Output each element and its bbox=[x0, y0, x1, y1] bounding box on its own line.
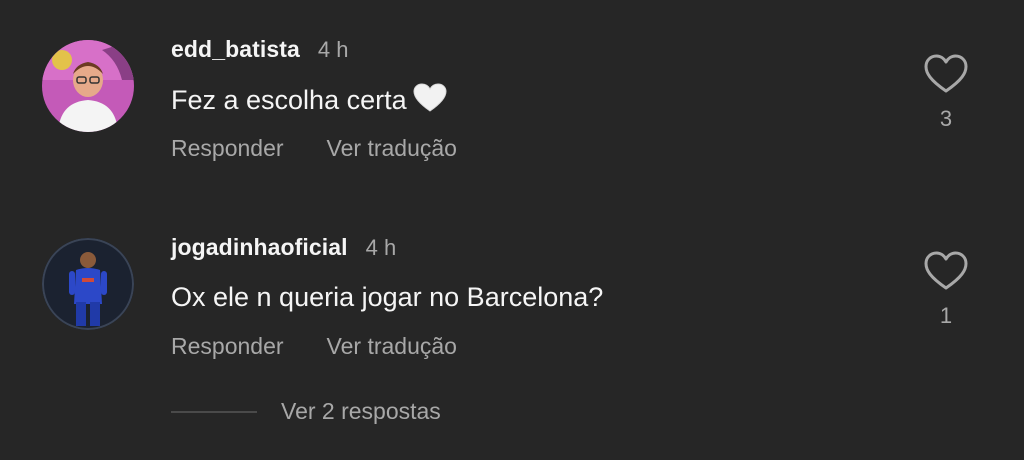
comment-item: edd_batista 4 h Fez a escolha certa Resp… bbox=[0, 0, 1024, 200]
username[interactable]: jogadinhaoficial bbox=[171, 234, 348, 261]
comment-header: jogadinhaoficial 4 h bbox=[171, 234, 396, 261]
reply-button[interactable]: Responder bbox=[171, 333, 284, 360]
comments-list: edd_batista 4 h Fez a escolha certa Resp… bbox=[0, 0, 1024, 460]
avatar[interactable] bbox=[42, 40, 134, 132]
comment-body: Fez a escolha certa bbox=[171, 85, 407, 115]
like-count: 1 bbox=[939, 303, 953, 328]
timestamp: 4 h bbox=[365, 235, 397, 260]
view-replies: Ver 2 respostas bbox=[171, 398, 441, 425]
avatar-image bbox=[42, 40, 134, 132]
comment-header: edd_batista 4 h bbox=[171, 36, 349, 63]
reply-button[interactable]: Responder bbox=[171, 135, 284, 162]
comment-text: Fez a escolha certa bbox=[171, 83, 447, 120]
like-control: 3 bbox=[920, 54, 972, 132]
timestamp: 4 h bbox=[317, 37, 349, 62]
comment-actions: Responder Ver tradução bbox=[171, 135, 457, 162]
avatar-image bbox=[42, 238, 134, 330]
like-control: 1 bbox=[920, 251, 972, 329]
comment-actions: Responder Ver tradução bbox=[171, 333, 457, 360]
translate-button[interactable]: Ver tradução bbox=[327, 135, 457, 162]
comment-item: jogadinhaoficial 4 h Ox ele n queria jog… bbox=[0, 200, 1024, 400]
comment-body: Ox ele n queria jogar no Barcelona? bbox=[171, 282, 604, 312]
avatar[interactable] bbox=[42, 238, 134, 330]
comment-text: Ox ele n queria jogar no Barcelona? bbox=[171, 282, 603, 313]
view-replies-button[interactable]: Ver 2 respostas bbox=[281, 398, 441, 425]
heart-outline-icon[interactable] bbox=[924, 251, 968, 291]
like-count: 3 bbox=[939, 106, 953, 131]
replies-divider bbox=[171, 410, 257, 413]
heart-outline-icon[interactable] bbox=[924, 54, 968, 94]
white-heart-icon bbox=[413, 83, 447, 120]
username[interactable]: edd_batista bbox=[171, 36, 300, 63]
translate-button[interactable]: Ver tradução bbox=[327, 333, 457, 360]
